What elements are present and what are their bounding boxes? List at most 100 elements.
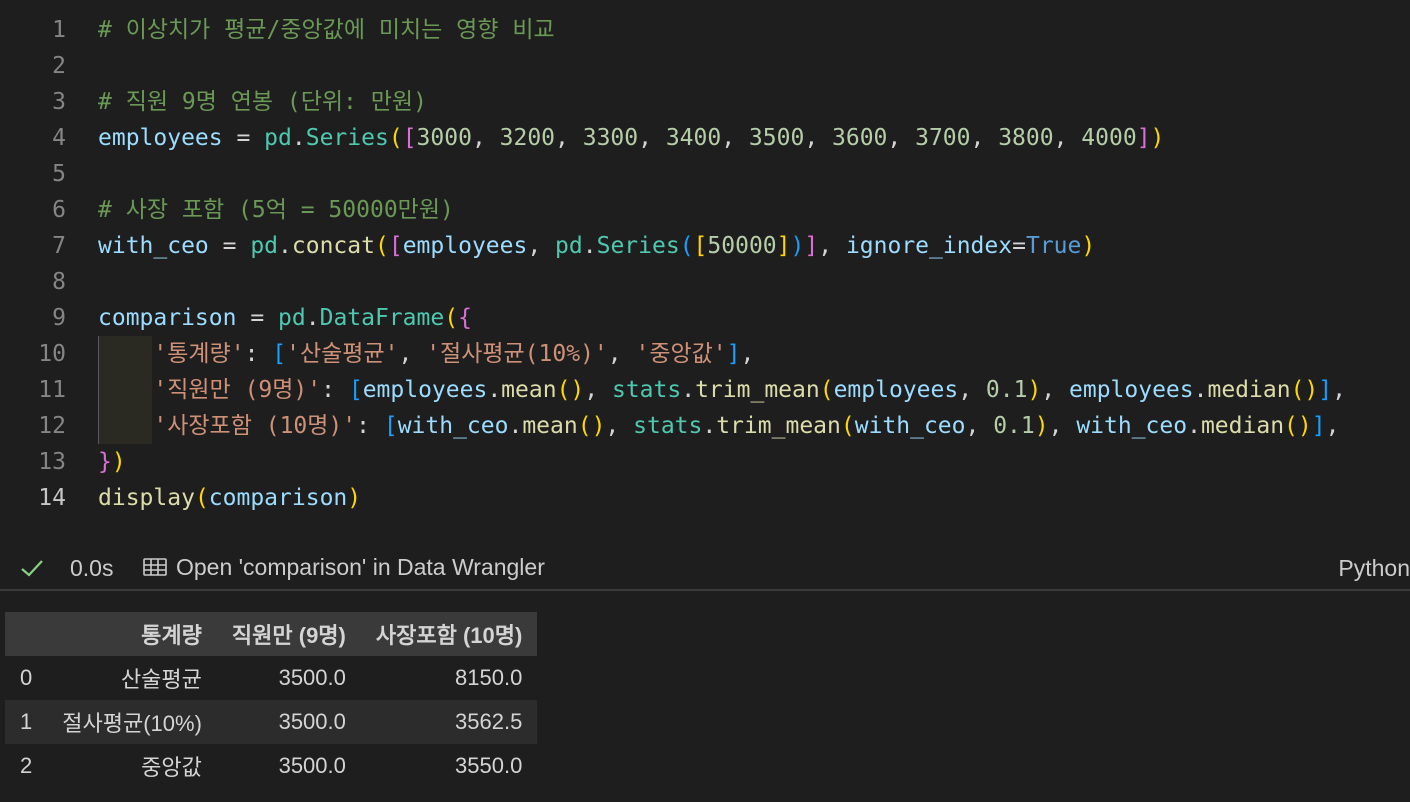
table-icon xyxy=(143,557,167,576)
code-token: ( xyxy=(388,125,403,151)
code-text: # 직원 9명 연봉 (단위: 만원) xyxy=(98,84,427,120)
code-token: ( xyxy=(374,233,389,259)
output-divider xyxy=(0,589,1410,591)
code-editor[interactable]: 1 # 이상치가 평균/중앙값에 미치는 영향 비교 2 3 # 직원 9명 연봉 (단… xyxy=(0,12,1410,516)
code-token: Series xyxy=(596,233,680,259)
table-cell: 절사평균(10%) xyxy=(62,711,202,736)
code-text: # 사장 포함 (5억 = 50000만원) xyxy=(98,192,454,228)
code-token: 3000 xyxy=(416,125,472,151)
code-token: , xyxy=(471,125,500,151)
code-line[interactable]: 13}) xyxy=(0,444,1410,480)
code-token: ] xyxy=(726,341,741,367)
code-token: comparison xyxy=(98,305,237,331)
code-token: ( xyxy=(194,485,209,511)
code-token: , xyxy=(398,341,427,367)
code-token: median xyxy=(1200,413,1285,439)
table-cell: 3562.5 xyxy=(455,709,523,734)
table-cell: 3550.0 xyxy=(455,753,523,778)
code-token: with_ceo xyxy=(1076,413,1188,439)
code-token: '산술평균' xyxy=(286,341,399,367)
code-token: ) xyxy=(790,233,805,259)
code-token: DataFrame xyxy=(319,305,445,331)
table-header-row: 통계량 직원만 (9명) 사장포함 (10명) xyxy=(5,612,538,656)
code-token: () xyxy=(556,377,585,403)
code-line[interactable]: 14 display(comparison) xyxy=(0,480,1410,516)
table-row: 1 절사평균(10%) 3500.0 3562.5 xyxy=(5,700,538,744)
code-token: trim_mean xyxy=(695,377,820,403)
code-line[interactable]: 8 xyxy=(0,264,1410,300)
code-token: ) xyxy=(1081,233,1096,259)
code-token: ) xyxy=(1034,413,1049,439)
code-line[interactable]: 3 # 직원 9명 연봉 (단위: 만원) xyxy=(0,84,1410,120)
code-token: '사장포함 (10명)' xyxy=(153,413,357,439)
code-token: pd xyxy=(264,125,292,151)
code-token: pd xyxy=(555,233,583,259)
code-token: , xyxy=(1053,125,1082,151)
table-cell: 3500.0 xyxy=(278,753,346,778)
cell-status-bar: 0.0s Open 'comparison' in Data Wrangler … xyxy=(0,548,1410,590)
table-cell: 산술평균 xyxy=(120,667,202,692)
code-line[interactable]: 5 xyxy=(0,156,1410,192)
table-cell: 3500.0 xyxy=(278,665,346,690)
code-token: , xyxy=(555,125,583,151)
code-token: # 이상치가 평균/중앙값에 미치는 영향 비교 xyxy=(98,17,555,43)
code-token: 50000 xyxy=(707,233,777,259)
column-header: 사장포함 (10명) xyxy=(375,623,523,648)
code-token: '절사평균(10%)' xyxy=(426,341,608,367)
code-token: = xyxy=(222,125,265,151)
code-text: '직원만 (9명)': [employees.mean(), stats.tri… xyxy=(98,372,1346,408)
code-token: () xyxy=(577,413,606,439)
code-token: '통계량' xyxy=(153,341,245,367)
code-token: 3200 xyxy=(499,125,556,151)
code-token: , xyxy=(740,341,755,367)
code-token: . xyxy=(278,233,292,259)
line-number: 3 xyxy=(52,89,66,115)
code-text: '사장포함 (10명)': [with_ceo.mean(), stats.tr… xyxy=(98,408,1339,444)
column-header: 직원만 (9명) xyxy=(231,623,346,648)
code-line[interactable]: 1 # 이상치가 평균/중앙값에 미치는 영향 비교 xyxy=(0,12,1410,48)
code-token: with_ceo xyxy=(98,233,209,259)
code-token: , xyxy=(607,341,636,367)
code-token: employees xyxy=(402,233,528,259)
code-token: . xyxy=(508,413,523,439)
code-token: 3400 xyxy=(665,125,722,151)
code-token: . xyxy=(305,305,320,331)
code-token: pd xyxy=(278,305,306,331)
dataframe-output: 통계량 직원만 (9명) 사장포함 (10명) 0 산술평균 3500.0 81… xyxy=(5,612,538,788)
code-line[interactable]: 2 xyxy=(0,48,1410,84)
code-line[interactable]: 6 # 사장 포함 (5억 = 50000만원) xyxy=(0,192,1410,228)
code-token: : xyxy=(321,377,349,403)
kernel-language[interactable]: Python xyxy=(1338,555,1410,582)
code-token: , xyxy=(965,413,994,439)
line-number: 11 xyxy=(38,377,66,403)
code-token: 4000 xyxy=(1081,125,1137,151)
code-text: '통계량': ['산술평균', '절사평균(10%)', '중앙값'], xyxy=(98,336,754,372)
code-token: mean xyxy=(501,377,557,403)
code-line[interactable]: 9 comparison = pd.DataFrame({ xyxy=(0,300,1410,336)
code-token: ) xyxy=(1150,125,1165,151)
code-token: . xyxy=(1187,413,1201,439)
code-token: = xyxy=(236,305,279,331)
line-number: 13 xyxy=(38,449,66,475)
code-token: } xyxy=(98,449,112,475)
code-line[interactable]: 7 with_ceo = pd.concat([employees, pd.Ser… xyxy=(0,228,1410,264)
table-cell: 중앙값 xyxy=(141,755,202,780)
code-token: with_ceo xyxy=(854,413,966,439)
code-token: = xyxy=(208,233,251,259)
code-line[interactable]: 4 employees = pd.Series([3000, 3200, 3300… xyxy=(0,120,1410,156)
code-text: comparison = pd.DataFrame({ xyxy=(98,300,472,336)
code-line[interactable]: 12 '사장포함 (10명)': [with_ceo.mean(), stats… xyxy=(0,408,1410,444)
code-line[interactable]: 10 '통계량': ['산술평균', '절사평균(10%)', '중앙값'], xyxy=(0,336,1410,372)
line-number: 2 xyxy=(52,53,66,79)
code-line[interactable]: 11 '직원만 (9명)': [employees.mean(), stats.… xyxy=(0,372,1410,408)
open-data-wrangler-button[interactable]: Open 'comparison' in Data Wrangler xyxy=(142,554,545,581)
code-token: [ xyxy=(383,413,398,439)
code-token: [ xyxy=(402,125,417,151)
code-token: , xyxy=(584,377,612,403)
column-header xyxy=(5,612,47,656)
execution-duration: 0.0s xyxy=(70,555,114,581)
code-token: ( xyxy=(819,377,834,403)
code-token: , xyxy=(527,233,556,259)
code-token: 0.1 xyxy=(985,377,1028,403)
